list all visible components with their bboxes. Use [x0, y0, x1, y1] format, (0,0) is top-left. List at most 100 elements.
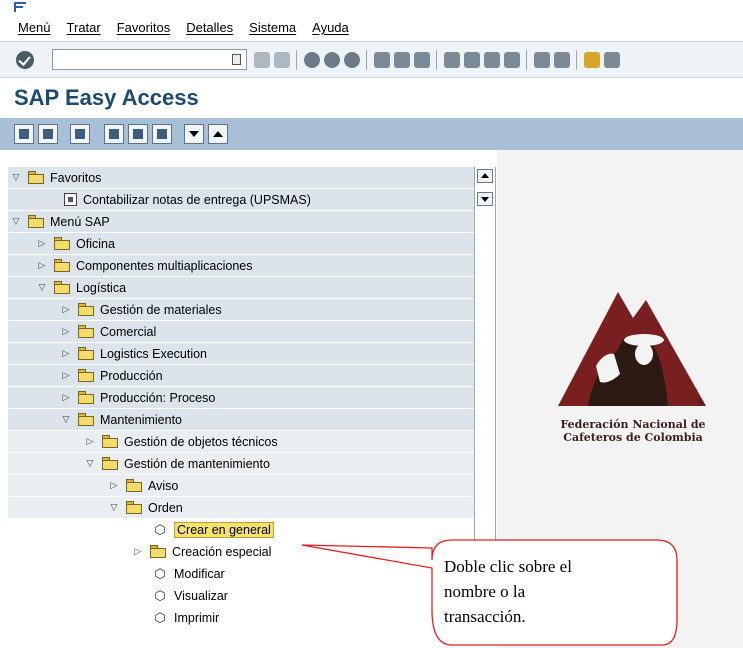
folder-icon	[102, 435, 119, 448]
expand-triangle-icon[interactable]: ▷	[36, 238, 48, 250]
tree-node-logistics-execution[interactable]: ▷ Logistics Execution	[8, 343, 474, 364]
application-toolbar	[0, 118, 743, 150]
first-page-icon[interactable]	[444, 52, 460, 68]
expand-triangle-icon[interactable]: ▷	[36, 260, 48, 272]
toolbar-separator	[366, 50, 367, 70]
tree-node-comercial[interactable]: ▷ Comercial	[8, 321, 474, 342]
menu-item-tratar[interactable]: Tratar	[67, 20, 101, 35]
folder-open-icon	[102, 457, 119, 470]
tree-node-label: Orden	[148, 500, 183, 515]
next-page-icon[interactable]	[484, 52, 500, 68]
fnc-name: Federación Nacional de Cafeteros de Colo…	[548, 418, 718, 444]
change-favorite-button[interactable]	[152, 124, 172, 144]
layout-menu-icon[interactable]	[604, 52, 620, 68]
scroll-down-button[interactable]	[477, 192, 493, 206]
tree-node-label-selected[interactable]: Crear en general	[174, 521, 274, 538]
tree-node-oficina[interactable]: ▷ Oficina	[8, 233, 474, 254]
expand-triangle-icon[interactable]: ▷	[108, 480, 120, 492]
tree-node-aviso[interactable]: ▷ Aviso	[8, 475, 474, 496]
folder-icon	[78, 325, 95, 338]
expand-triangle-icon[interactable]: ▷	[60, 304, 72, 316]
find-next-icon[interactable]	[414, 52, 430, 68]
menu-item-ayuda[interactable]: Ayuda	[312, 20, 349, 35]
tree-node-label: Componentes multiaplicaciones	[76, 258, 253, 273]
add-favorite-button[interactable]	[104, 124, 124, 144]
transaction-cube-icon: ⬡	[154, 587, 166, 603]
cancel-icon[interactable]	[344, 52, 360, 68]
tree-node-label: Visualizar	[174, 588, 228, 603]
collapse-triangle-icon[interactable]: ▽	[108, 502, 120, 514]
tree-node-creacion-especial[interactable]: ▷ Creación especial	[8, 541, 272, 562]
exit-icon[interactable]	[324, 52, 340, 68]
collapse-triangle-icon[interactable]: ▽	[60, 414, 72, 426]
shortcut-icon[interactable]	[554, 52, 570, 68]
tree-node-label: Gestión de objetos técnicos	[124, 434, 278, 449]
transaction-cube-icon: ⬡	[154, 609, 166, 625]
expand-triangle-icon[interactable]: ▷	[60, 392, 72, 404]
tree-node-label: Oficina	[76, 236, 115, 251]
tree-node-orden[interactable]: ▽ Orden	[8, 497, 474, 518]
menu-item-detalles[interactable]: Detalles	[186, 20, 233, 35]
tree-node-crear-en-general[interactable]: ⬡ Crear en general	[8, 519, 274, 540]
tree-node-gestion-objetos[interactable]: ▷ Gestión de objetos técnicos	[8, 431, 474, 452]
tree-node-label: Imprimir	[174, 610, 220, 625]
tree-node-visualizar[interactable]: ⬡ Visualizar	[8, 585, 228, 606]
collapse-triangle-icon[interactable]: ▽	[84, 458, 96, 470]
menu-item-favoritos[interactable]: Favoritos	[117, 20, 170, 35]
user-menu-button[interactable]	[70, 124, 90, 144]
page-title: SAP Easy Access	[14, 85, 199, 110]
new-session-icon[interactable]	[534, 52, 550, 68]
help-icon[interactable]	[584, 52, 600, 68]
collapse-triangle-icon[interactable]: ▽	[36, 282, 48, 294]
toolbar-separator	[526, 50, 527, 70]
folder-open-icon	[28, 171, 45, 184]
collapse-triangle-icon[interactable]: ▽	[10, 172, 22, 184]
menu-item-menu[interactable]: Menú	[18, 20, 51, 35]
sap-menu-button[interactable]	[38, 124, 58, 144]
scroll-up-button[interactable]	[477, 169, 493, 183]
move-down-button[interactable]	[184, 124, 204, 144]
expand-triangle-icon[interactable]: ▷	[60, 326, 72, 338]
menu-item-sistema[interactable]: Sistema	[249, 20, 296, 35]
last-page-icon[interactable]	[504, 52, 520, 68]
command-field[interactable]	[52, 49, 247, 70]
tree-node-gestion-materiales[interactable]: ▷ Gestión de materiales	[8, 299, 474, 320]
expand-triangle-icon[interactable]: ▷	[84, 436, 96, 448]
tree-node-logistica[interactable]: ▽ Logística	[8, 277, 474, 298]
menu-bar: Menú Tratar Favoritos Detalles Sistema A…	[0, 0, 743, 40]
tree-node-favoritos[interactable]: ▽ Favoritos	[8, 167, 474, 188]
back-arrow-icon[interactable]	[254, 52, 270, 68]
tree-node-produccion[interactable]: ▷ Producción	[8, 365, 474, 386]
tree-node-imprimir[interactable]: ⬡ Imprimir	[8, 607, 219, 628]
collapse-triangle-icon[interactable]: ▽	[10, 216, 22, 228]
fnc-logo: ®	[558, 292, 706, 409]
previous-page-icon[interactable]	[464, 52, 480, 68]
tree-node-upsmas[interactable]: Contabilizar notas de entrega (UPSMAS)	[8, 189, 474, 210]
delete-favorite-button[interactable]	[128, 124, 148, 144]
callout-line2: nombre o la	[444, 582, 526, 601]
triangle-down-icon	[189, 131, 199, 137]
enter-check-icon[interactable]	[16, 51, 34, 69]
find-icon[interactable]	[394, 52, 410, 68]
tree-node-mantenimiento[interactable]: ▽ Mantenimiento	[8, 409, 474, 430]
expand-triangle-icon[interactable]: ▷	[132, 546, 144, 558]
sap-menu-icon	[43, 129, 53, 139]
expand-triangle-icon[interactable]: ▷	[60, 370, 72, 382]
tree-node-gestion-mantenimiento[interactable]: ▽ Gestión de mantenimiento	[8, 453, 474, 474]
toolbar-separator	[436, 50, 437, 70]
tree-node-componentes[interactable]: ▷ Componentes multiaplicaciones	[8, 255, 474, 276]
move-up-button[interactable]	[208, 124, 228, 144]
tree-node-label: Creación especial	[172, 544, 272, 559]
folder-open-icon	[126, 501, 143, 514]
command-history-dropdown[interactable]	[232, 54, 241, 65]
tree-node-produccion-proceso[interactable]: ▷ Producción: Proceso	[8, 387, 474, 408]
tree-node-menu-sap[interactable]: ▽ Menú SAP	[8, 211, 474, 232]
print-icon[interactable]	[374, 52, 390, 68]
expand-triangle-icon[interactable]: ▷	[60, 348, 72, 360]
back-icon[interactable]	[304, 52, 320, 68]
other-menu-button[interactable]	[14, 124, 34, 144]
other-menu-icon	[19, 129, 29, 139]
sap-window-icon[interactable]	[14, 2, 28, 14]
tree-node-modificar[interactable]: ⬡ Modificar	[8, 563, 224, 584]
save-icon[interactable]	[274, 52, 290, 68]
